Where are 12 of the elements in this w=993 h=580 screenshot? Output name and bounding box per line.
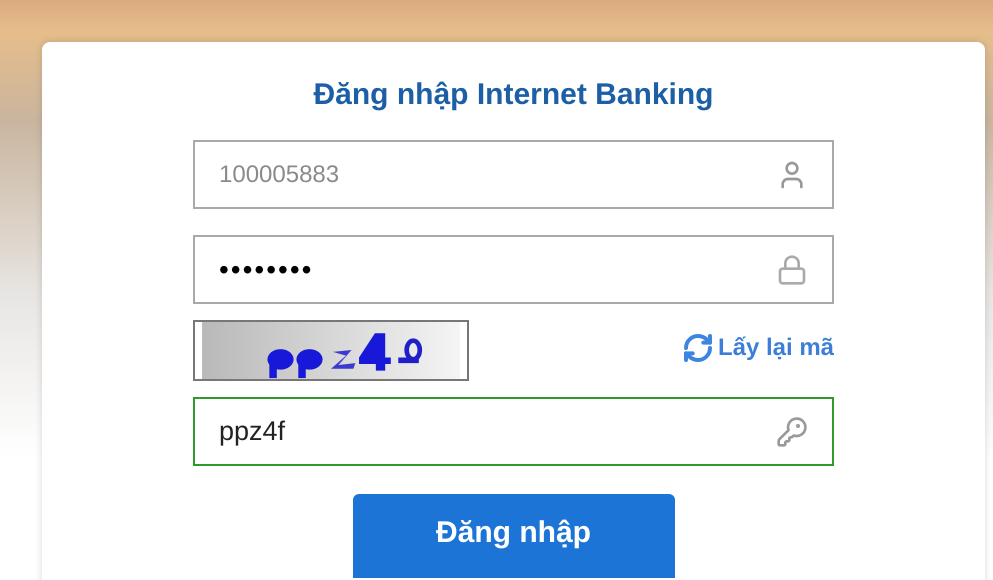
refresh-icon (682, 332, 714, 364)
refresh-code-link[interactable]: Lấy lại mã (682, 330, 834, 366)
username-value: 100005883 (219, 160, 340, 190)
captcha-field[interactable]: ppz4f (193, 397, 834, 466)
captcha-value: ppz4f (219, 415, 286, 448)
key-icon (776, 416, 808, 448)
lock-icon (776, 254, 808, 286)
password-field[interactable]: •••••••• (193, 235, 834, 304)
login-title: Đăng nhập Internet Banking (313, 77, 714, 113)
username-field[interactable]: 100005883 (193, 140, 834, 209)
login-button[interactable]: Đăng nhập (352, 494, 674, 578)
password-value: •••••••• (219, 252, 314, 286)
